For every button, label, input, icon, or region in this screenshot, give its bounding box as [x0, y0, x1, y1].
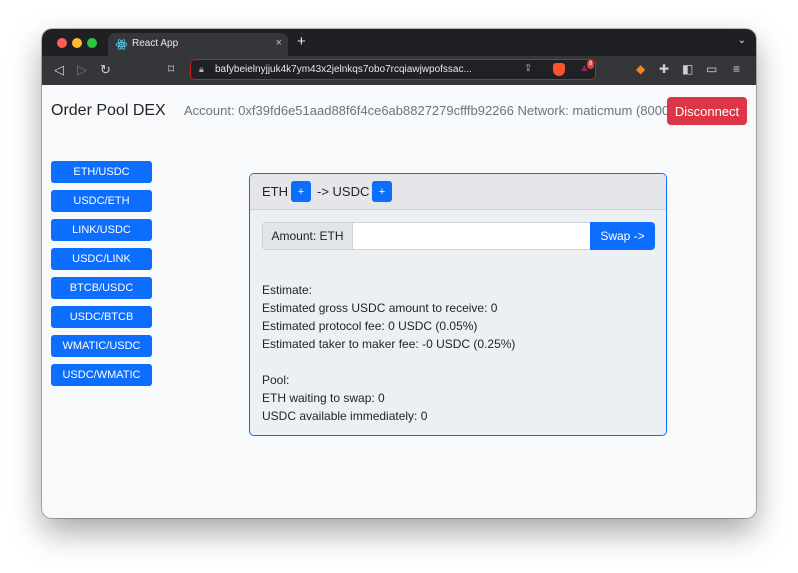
swap-button[interactable]: Swap -> — [590, 222, 655, 250]
reload-icon[interactable]: ↻ — [100, 62, 111, 78]
wallet-icon[interactable]: ▭ — [706, 62, 717, 76]
pair-button-usdc-btcb[interactable]: USDC/BTCB — [51, 306, 152, 328]
swap-card: ETH + -> USDC + Amount: ETH Swap -> Esti… — [249, 173, 667, 436]
brave-shields-icon[interactable] — [553, 63, 565, 76]
pair-button-wmatic-usdc[interactable]: WMATIC/USDC — [51, 335, 152, 357]
taker-fee-text: Estimated taker to maker fee: -0 USDC (0… — [262, 337, 516, 351]
from-token-label: ETH — [262, 184, 288, 199]
available-immediately-text: USDC available immediately: 0 — [262, 409, 428, 423]
brand-title[interactable]: Order Pool DEX — [51, 102, 166, 120]
new-tab-button[interactable]: + — [297, 33, 306, 50]
metamask-icon[interactable]: ◆ — [636, 62, 645, 76]
maximize-window-button[interactable] — [87, 38, 97, 48]
protocol-fee-text: Estimated protocol fee: 0 USDC (0.05%) — [262, 319, 478, 333]
pair-button-btcb-usdc[interactable]: BTCB/USDC — [51, 277, 152, 299]
swap-card-header: ETH + -> USDC + — [250, 174, 666, 210]
disconnect-button[interactable]: Disconnect — [667, 97, 747, 125]
share-icon[interactable]: ⇪ — [524, 63, 532, 74]
back-icon[interactable]: ◁ — [54, 62, 64, 78]
menu-icon[interactable]: ≡ — [733, 62, 740, 76]
amount-label: Amount: ETH — [262, 222, 353, 250]
browser-toolbar: ◁ ▷ ↻ ⌑ 🔒︎ bafybeielnyjjuk4k7ym43x2jelnk… — [42, 56, 756, 85]
navbar: Order Pool DEX Account: 0xf39fd6e51aad88… — [42, 85, 756, 136]
lock-icon: 🔒︎ — [199, 64, 204, 74]
pool-heading: Pool: — [262, 373, 290, 387]
minimize-window-button[interactable] — [72, 38, 82, 48]
pair-button-usdc-eth[interactable]: USDC/ETH — [51, 190, 152, 212]
address-bar[interactable]: 🔒︎ bafybeielnyjjuk4k7ym43x2jelnkqs7obo7r… — [190, 59, 596, 80]
rewards-badge: 8 — [587, 60, 595, 69]
waiting-to-swap-text: ETH waiting to swap: 0 — [262, 391, 385, 405]
pair-button-link-usdc[interactable]: LINK/USDC — [51, 219, 152, 241]
pair-button-usdc-link[interactable]: USDC/LINK — [51, 248, 152, 270]
tab-strip: React App × + ⌄ — [42, 29, 756, 56]
browser-window: React App × + ⌄ ◁ ▷ ↻ ⌑ 🔒︎ bafybeielnyjj… — [42, 29, 756, 518]
forward-icon[interactable]: ▷ — [77, 62, 87, 78]
sidebar-toggle-icon[interactable]: ◧ — [682, 62, 693, 76]
account-info: Account: 0xf39fd6e51aad88f6f4ce6ab882727… — [184, 103, 681, 118]
page-content: Order Pool DEX Account: 0xf39fd6e51aad88… — [42, 85, 756, 518]
browser-tab[interactable]: React App × — [108, 33, 288, 56]
close-window-button[interactable] — [57, 38, 67, 48]
to-token-label: -> USDC — [317, 184, 370, 199]
amount-input-group: Amount: ETH Swap -> — [262, 222, 655, 250]
swap-info: Estimate: Estimated gross USDC amount to… — [262, 281, 515, 425]
add-from-token-button[interactable]: + — [291, 181, 311, 202]
pair-button-usdc-wmatic[interactable]: USDC/WMATIC — [51, 364, 152, 386]
bookmark-icon[interactable]: ⌑ — [168, 62, 174, 76]
url-text[interactable]: bafybeielnyjjuk4k7ym43x2jelnkqs7obo7rcqi… — [215, 64, 515, 75]
amount-input[interactable] — [353, 222, 591, 250]
tab-close-icon[interactable]: × — [276, 37, 282, 49]
add-to-token-button[interactable]: + — [372, 181, 392, 202]
estimate-heading: Estimate: — [262, 283, 313, 297]
react-icon — [115, 39, 128, 50]
extensions-icon[interactable]: ✚ — [659, 62, 669, 76]
pair-button-eth-usdc[interactable]: ETH/USDC — [51, 161, 152, 183]
tab-title: React App — [132, 38, 179, 49]
gross-amount-text: Estimated gross USDC amount to receive: … — [262, 301, 498, 315]
pair-list: ETH/USDC USDC/ETH LINK/USDC USDC/LINK BT… — [51, 161, 152, 393]
tab-search-icon[interactable]: ⌄ — [738, 35, 746, 46]
